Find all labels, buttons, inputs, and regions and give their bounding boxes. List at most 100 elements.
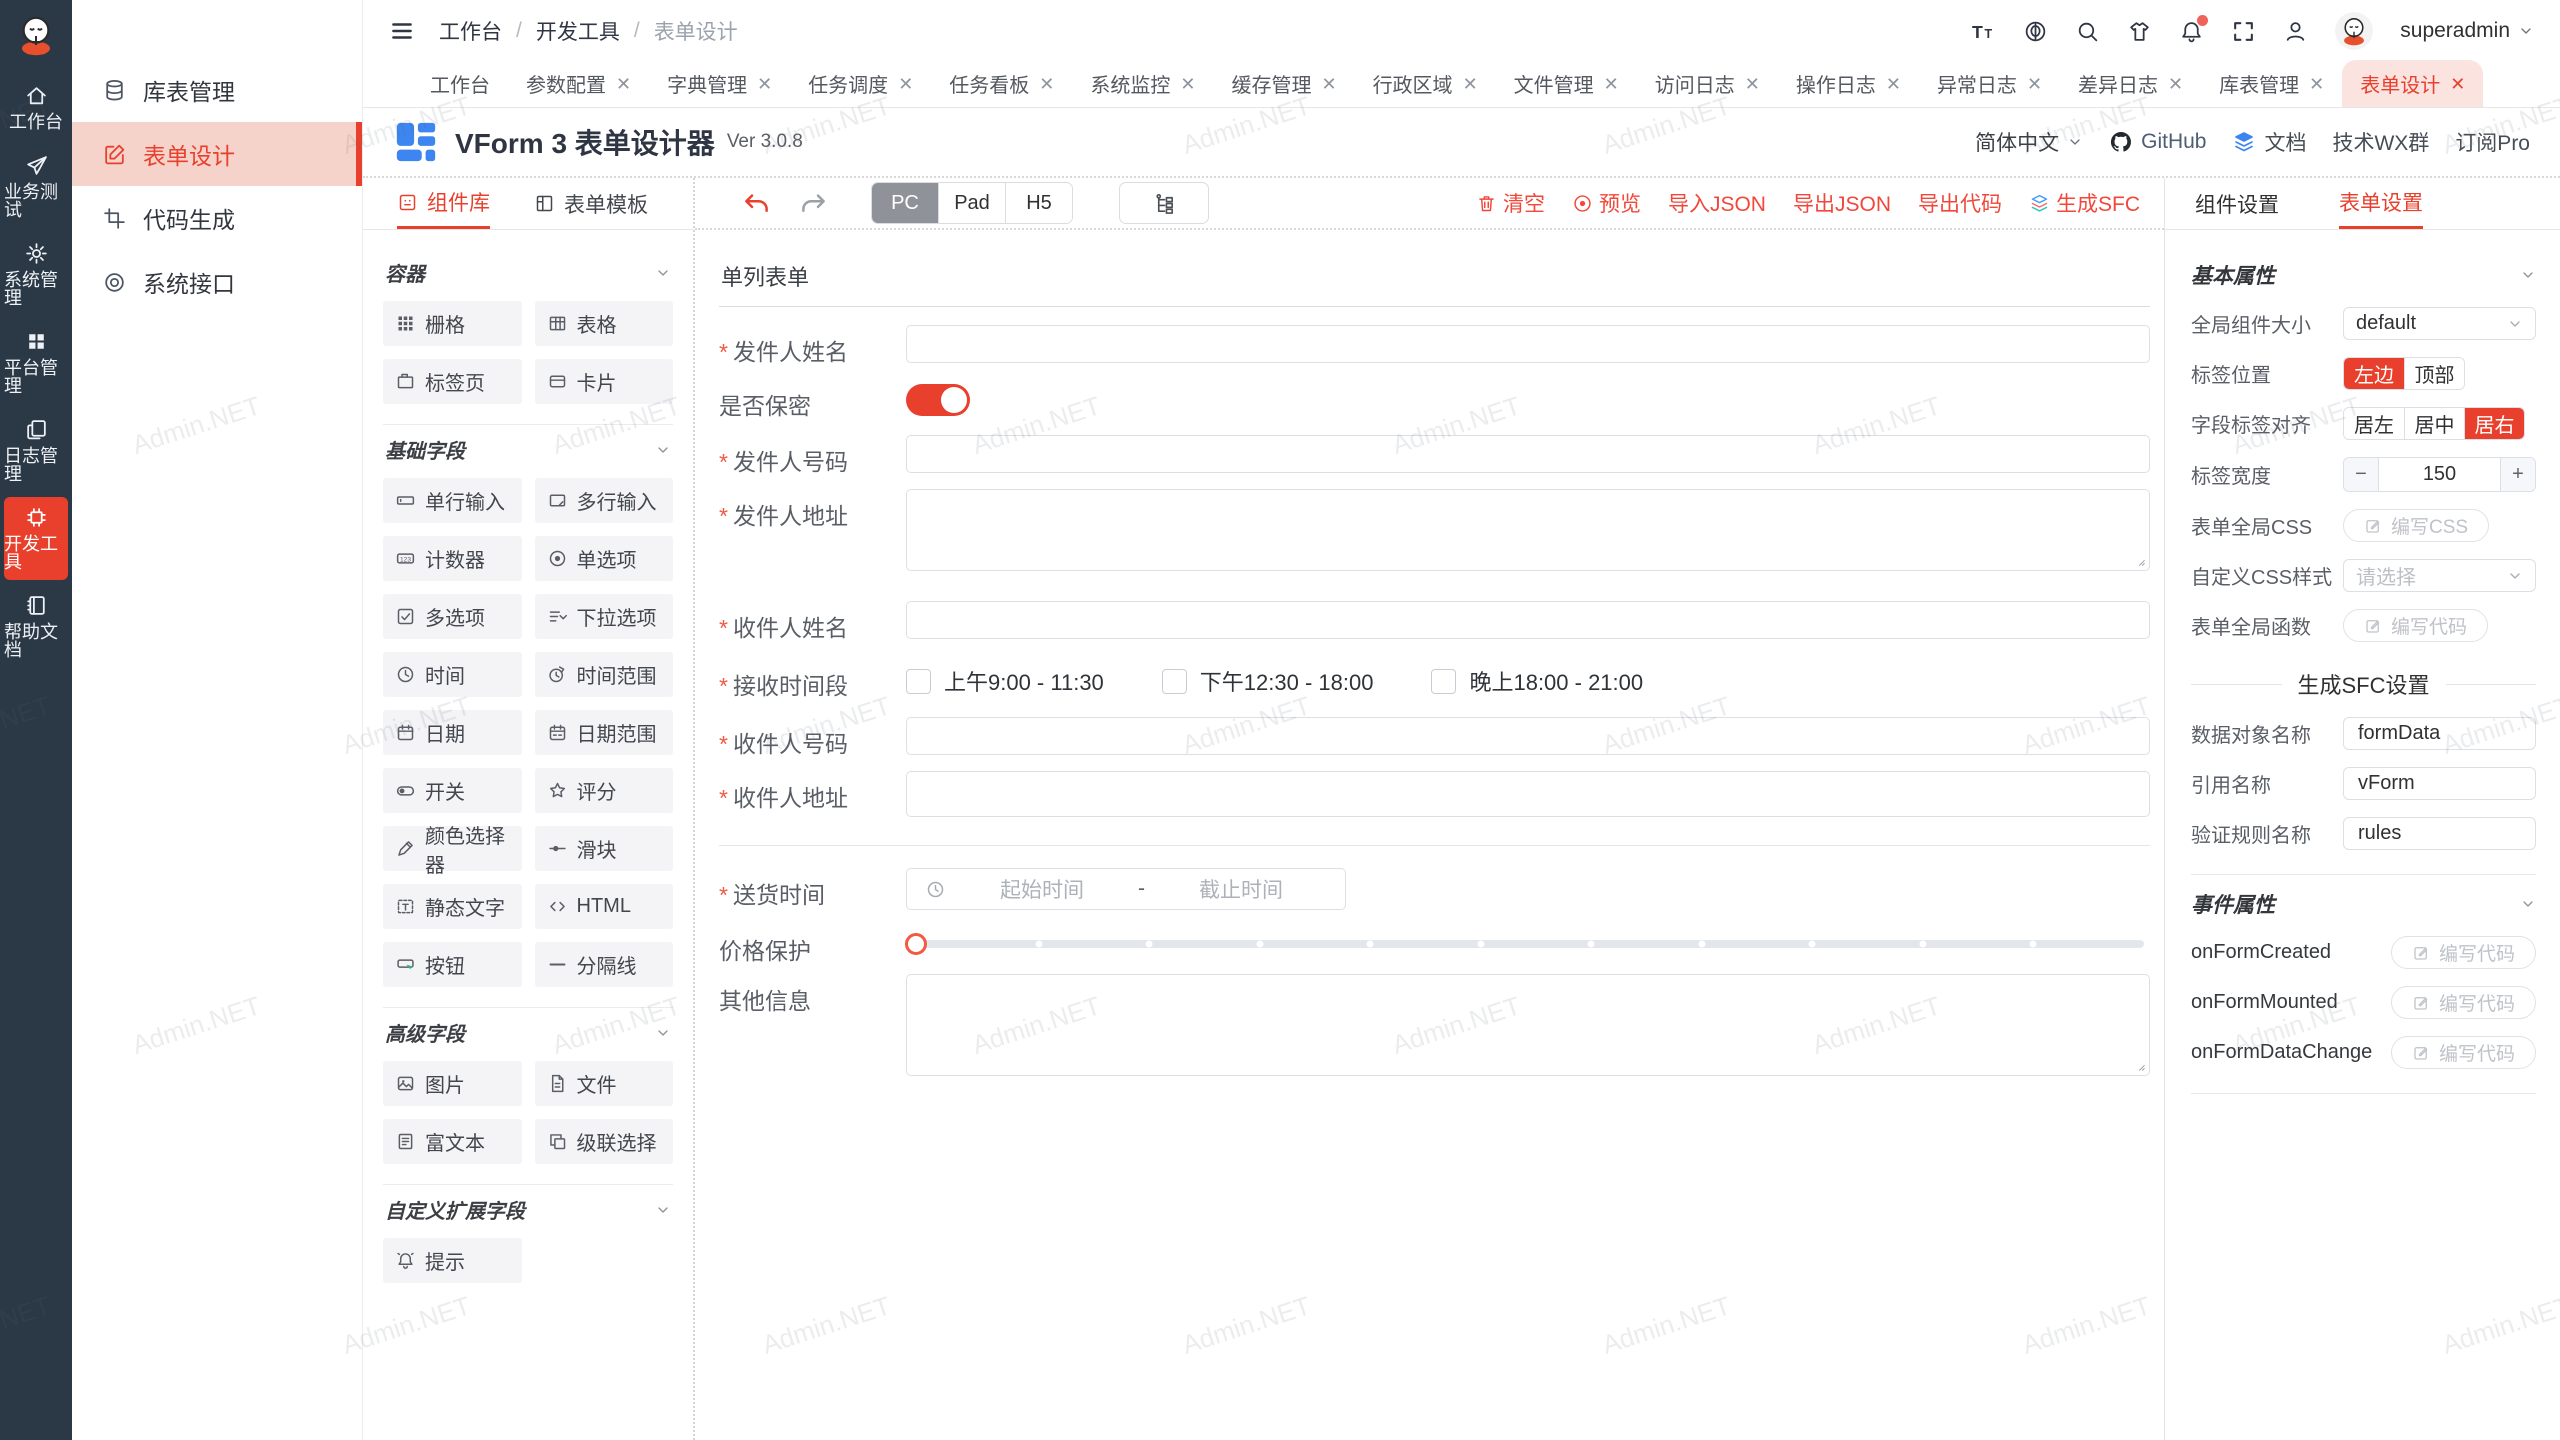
time-range-picker[interactable]: 起始时间 - 截止时间 xyxy=(906,868,1346,910)
section-event-props[interactable]: 事件属性 xyxy=(2191,889,2536,919)
user-icon[interactable] xyxy=(2283,19,2308,44)
close-icon[interactable]: ✕ xyxy=(1039,75,1054,93)
device-pc-button[interactable]: PC xyxy=(872,183,938,223)
checkbox[interactable] xyxy=(1431,669,1456,694)
close-icon[interactable]: ✕ xyxy=(2168,75,2183,93)
section-advanced-fields[interactable]: 高级字段 xyxy=(385,1018,671,1047)
form-field-other-info[interactable]: 其他信息 xyxy=(719,974,2150,1076)
tab-task-board[interactable]: 任务看板✕ xyxy=(931,60,1072,107)
sidebar-item-dev-tools[interactable]: 开发工具 xyxy=(4,497,68,580)
decrease-button[interactable]: − xyxy=(2344,458,2378,491)
theme-icon[interactable] xyxy=(2127,19,2152,44)
undo-icon[interactable] xyxy=(743,190,770,217)
redo-icon[interactable] xyxy=(800,190,827,217)
section-basic-fields[interactable]: 基础字段 xyxy=(385,435,671,464)
text-input[interactable] xyxy=(906,325,2150,363)
widget-item[interactable]: 滑块 xyxy=(535,826,674,871)
widget-item[interactable]: 标签页 xyxy=(383,359,522,404)
widget-item[interactable]: 多行输入 xyxy=(535,478,674,523)
text-input[interactable] xyxy=(906,771,2150,817)
widget-item[interactable]: 计数器 xyxy=(383,536,522,581)
textarea-input[interactable] xyxy=(906,489,2150,571)
font-size-icon[interactable] xyxy=(1971,19,1996,44)
form-field-receiver-name[interactable]: 收件人姓名 xyxy=(719,601,2150,643)
text-input[interactable] xyxy=(906,601,2150,639)
app-logo[interactable] xyxy=(0,0,72,70)
widget-item[interactable]: 表格 xyxy=(535,301,674,346)
close-icon[interactable]: ✕ xyxy=(1180,75,1195,93)
wx-group-link[interactable]: 技术WX群 xyxy=(2332,127,2429,157)
tab-op-log[interactable]: 操作日志✕ xyxy=(1778,60,1919,107)
checkbox-option[interactable]: 晚上18:00 - 21:00 xyxy=(1431,665,1643,697)
align-left-button[interactable]: 居左 xyxy=(2344,408,2404,439)
slider-control[interactable] xyxy=(906,924,2150,962)
close-icon[interactable]: ✕ xyxy=(2309,75,2324,93)
checkbox[interactable] xyxy=(906,669,931,694)
tab-widget-library[interactable]: 组件库 xyxy=(397,178,490,229)
resize-handle-icon[interactable] xyxy=(2132,553,2146,567)
tab-exception-log[interactable]: 异常日志✕ xyxy=(1919,60,2060,107)
generate-sfc-button[interactable]: 生成SFC xyxy=(2029,188,2140,218)
widget-item[interactable]: 卡片 xyxy=(535,359,674,404)
tab-access-log[interactable]: 访问日志✕ xyxy=(1637,60,1778,107)
close-icon[interactable]: ✕ xyxy=(1604,75,1619,93)
close-icon[interactable]: ✕ xyxy=(1321,75,1336,93)
tab-file-mgmt[interactable]: 文件管理✕ xyxy=(1496,60,1637,107)
tab-param-config[interactable]: 参数配置✕ xyxy=(508,60,649,107)
checkbox[interactable] xyxy=(1162,669,1187,694)
avatar[interactable] xyxy=(2335,12,2373,50)
tab-diff-log[interactable]: 差异日志✕ xyxy=(2060,60,2201,107)
widget-item[interactable]: 单选项 xyxy=(535,536,674,581)
tab-form-settings[interactable]: 表单设置 xyxy=(2339,178,2423,229)
menu-collapse-icon[interactable] xyxy=(389,18,415,44)
breadcrumb-item[interactable]: 开发工具 xyxy=(536,16,620,46)
text-input[interactable] xyxy=(906,717,2150,755)
slider-handle[interactable] xyxy=(905,933,927,955)
text-input[interactable] xyxy=(906,435,2150,473)
widget-item[interactable]: 多选项 xyxy=(383,594,522,639)
widget-item[interactable]: 提示 xyxy=(383,1238,522,1283)
tab-table-mgmt[interactable]: 库表管理✕ xyxy=(2201,60,2342,107)
form-field-receiver-phone[interactable]: 收件人号码 xyxy=(719,717,2150,759)
form-canvas[interactable]: 单列表单 发件人姓名 是否保密 发件人号码 发件人地址 xyxy=(695,230,2164,1440)
sidebar-item-business-test[interactable]: 业务测试 xyxy=(4,145,68,228)
sidebar-item-system-api[interactable]: 系统接口 xyxy=(72,250,362,314)
widget-item[interactable]: 图片 xyxy=(383,1061,522,1106)
form-field-sender-name[interactable]: 发件人姓名 xyxy=(719,325,2150,367)
tab-form-templates[interactable]: 表单模板 xyxy=(534,178,648,229)
close-icon[interactable]: ✕ xyxy=(1745,75,1760,93)
widget-item[interactable]: 按钮 xyxy=(383,942,522,987)
breadcrumb-item[interactable]: 工作台 xyxy=(439,16,502,46)
section-custom-fields[interactable]: 自定义扩展字段 xyxy=(385,1195,671,1224)
widget-item[interactable]: 静态文字 xyxy=(383,884,522,929)
tab-cache-mgmt[interactable]: 缓存管理✕ xyxy=(1213,60,1354,107)
widget-item[interactable]: 评分 xyxy=(535,768,674,813)
close-icon[interactable]: ✕ xyxy=(1463,75,1478,93)
close-icon[interactable]: ✕ xyxy=(2450,75,2465,93)
close-icon[interactable]: ✕ xyxy=(757,75,772,93)
export-code-button[interactable]: 导出代码 xyxy=(1918,188,2002,218)
data-object-name-input[interactable] xyxy=(2343,717,2536,750)
edit-code-button[interactable]: 编写代码 xyxy=(2391,936,2536,969)
align-right-button[interactable]: 居右 xyxy=(2464,408,2524,439)
form-field-receiver-address[interactable]: 收件人地址 xyxy=(719,771,2150,817)
label-width-value[interactable]: 150 xyxy=(2378,458,2501,491)
tab-form-design[interactable]: 表单设计✕ xyxy=(2342,60,2483,107)
widget-item[interactable]: 颜色选择器 xyxy=(383,826,522,871)
subscribe-pro-link[interactable]: 订阅Pro xyxy=(2455,127,2530,157)
widget-item[interactable]: 分隔线 xyxy=(535,942,674,987)
widget-item[interactable]: 开关 xyxy=(383,768,522,813)
widget-item[interactable]: 日期 xyxy=(383,710,522,755)
tab-workbench[interactable]: 工作台 xyxy=(412,60,508,107)
widget-item[interactable]: 文件 xyxy=(535,1061,674,1106)
clear-button[interactable]: 清空 xyxy=(1476,188,1545,218)
sidebar-item-table-mgmt[interactable]: 库表管理 xyxy=(72,58,362,122)
tab-widget-settings[interactable]: 组件设置 xyxy=(2195,178,2279,229)
language-icon[interactable] xyxy=(2023,19,2048,44)
search-icon[interactable] xyxy=(2075,19,2100,44)
close-icon[interactable]: ✕ xyxy=(1886,75,1901,93)
increase-button[interactable]: + xyxy=(2501,458,2535,491)
toggle-switch[interactable] xyxy=(906,384,970,416)
form-field-receive-period[interactable]: 接收时间段 上午9:00 - 11:30 下午12:30 - 18:00 晚上1… xyxy=(719,659,2150,701)
size-select[interactable]: default xyxy=(2343,307,2536,340)
